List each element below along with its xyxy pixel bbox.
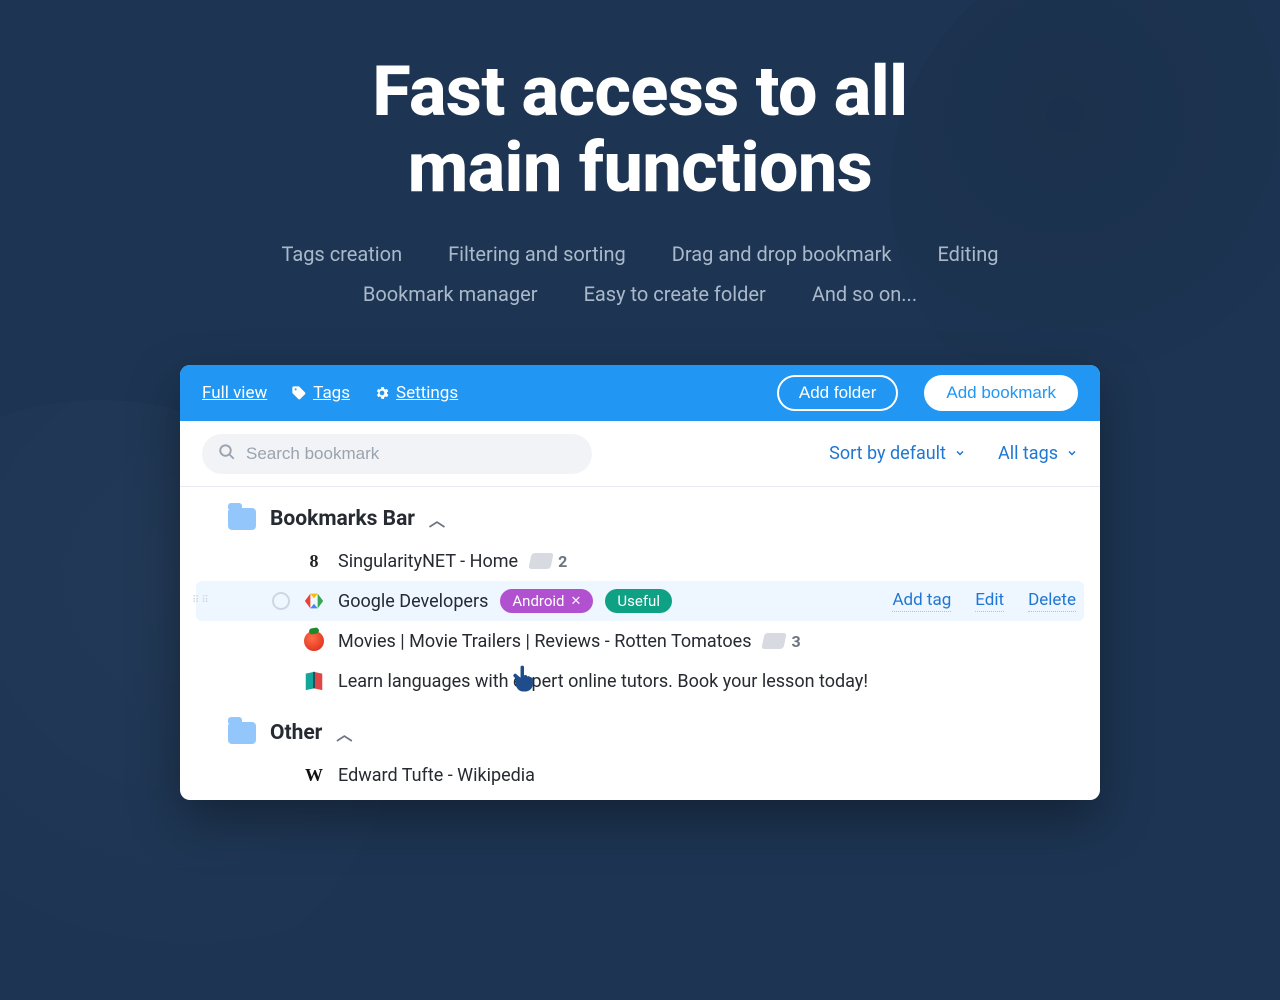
delete-link[interactable]: Delete [1028,590,1076,612]
feature-item: Tags creation [281,234,402,274]
favicon-tomato [302,629,326,653]
folder-name: Bookmarks Bar [270,507,415,531]
drag-handle-icon[interactable]: ⠿⠿ [192,598,211,604]
bookmark-row[interactable]: ⠿⠿ Google Developers Android ✕ Useful Ad… [196,581,1084,621]
bookmark-row[interactable]: W Edward Tufte - Wikipedia [196,755,1084,795]
bookmark-row[interactable]: Movies | Movie Trailers | Reviews - Rott… [196,621,1084,661]
folder-bookmarks-bar: Bookmarks Bar ︿ 8 SingularityNET - Home … [180,487,1100,701]
bookmark-row[interactable]: Learn languages with expert online tutor… [196,661,1084,701]
feature-item: Editing [937,234,998,274]
bookmark-title: Learn languages with expert online tutor… [338,671,868,692]
search-icon [218,443,236,465]
feature-item: Filtering and sorting [448,234,626,274]
search-wrapper[interactable] [202,434,592,474]
folder-other: Other ︿ W Edward Tufte - Wikipedia [180,701,1100,795]
feature-item: Easy to create folder [584,274,766,314]
folder-header[interactable]: Bookmarks Bar ︿ [196,497,1084,541]
folder-header[interactable]: Other ︿ [196,711,1084,755]
add-tag-link[interactable]: Add tag [892,590,951,612]
tag-count: 3 [763,632,800,651]
settings-link[interactable]: Settings [374,383,458,403]
favicon-google-developers [302,589,326,613]
panel-toolbar: Full view Tags Settings Add folder Add b… [180,365,1100,421]
folder-icon [228,722,256,744]
sort-dropdown[interactable]: Sort by default [829,443,966,464]
favicon-wikipedia: W [302,763,326,787]
edit-link[interactable]: Edit [975,590,1004,612]
favicon-preply [302,669,326,693]
panel-body: Bookmarks Bar ︿ 8 SingularityNET - Home … [180,487,1100,800]
folder-icon [228,508,256,530]
tag-remove-icon[interactable]: ✕ [571,594,582,609]
add-folder-button[interactable]: Add folder [777,375,899,411]
folder-name: Other [270,721,322,745]
bookmark-title: Google Developers [338,591,488,612]
bookmark-title: SingularityNET - Home [338,551,518,572]
gear-icon [374,385,390,401]
tags-link[interactable]: Tags [291,383,350,403]
row-select-radio[interactable] [272,592,290,610]
tag-useful[interactable]: Useful [605,589,672,613]
app-panel: Full view Tags Settings Add folder Add b… [180,365,1100,800]
chevron-down-icon [1066,443,1078,464]
feature-item: Drag and drop bookmark [672,234,892,274]
chevron-up-icon: ︿ [336,721,352,745]
tags-label: Tags [313,383,350,403]
full-view-link[interactable]: Full view [202,383,267,403]
bookmark-row[interactable]: 8 SingularityNET - Home 2 [196,541,1084,581]
alltags-dropdown[interactable]: All tags [998,443,1078,464]
hero: Fast access to all main functions Tags c… [0,55,1280,314]
bookmark-title: Edward Tufte - Wikipedia [338,765,535,786]
tag-count-icon [528,553,553,569]
tag-icon [291,385,307,401]
chevron-down-icon [954,443,966,464]
favicon-singularitynet: 8 [302,549,326,573]
settings-label: Settings [396,383,458,403]
panel-controls: Sort by default All tags [180,421,1100,487]
search-input[interactable] [246,444,576,464]
feature-item: Bookmark manager [363,274,538,314]
chevron-up-icon: ︿ [429,507,445,531]
hero-title: Fast access to all main functions [0,55,1280,206]
tag-android[interactable]: Android ✕ [500,589,593,613]
bookmark-title: Movies | Movie Trailers | Reviews - Rott… [338,631,751,652]
feature-list: Tags creation Filtering and sorting Drag… [190,234,1090,314]
tag-count-icon [762,633,787,649]
add-bookmark-button[interactable]: Add bookmark [924,375,1078,411]
feature-item: And so on... [812,274,917,314]
tag-count: 2 [530,552,567,571]
